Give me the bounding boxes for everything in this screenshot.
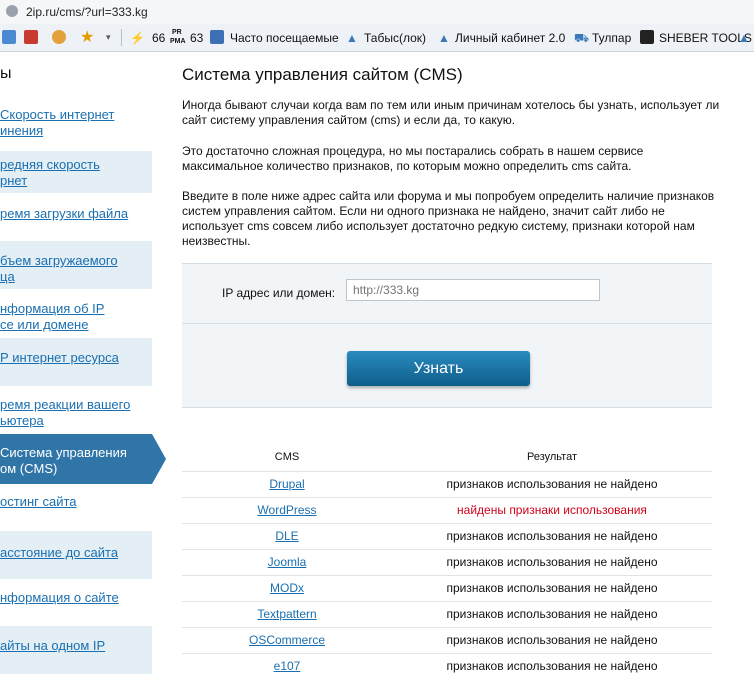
bookmark-tabys[interactable]: Табыс(лок): [364, 31, 426, 45]
table-row: Textpattern признаков использования не н…: [182, 601, 712, 627]
bookmark-icon: ▲: [738, 31, 750, 45]
bookmark-icon: ▲: [346, 31, 358, 45]
cart-icon: ⛟: [574, 31, 590, 45]
table-row: WordPress найдены признаки использования: [182, 497, 712, 523]
sidebar-item-avg-speed[interactable]: редняя скорость рнет: [0, 151, 152, 193]
table-row: MODx признаков использования не найдено: [182, 575, 712, 601]
result-cell: признаков использования не найдено: [446, 581, 658, 595]
table-row: DLE признаков использования не найдено: [182, 523, 712, 549]
bookmark-tulpar[interactable]: Тулпар: [592, 31, 631, 45]
table-header-cms: CMS: [274, 451, 300, 463]
count-63: 63: [190, 31, 204, 45]
cms-link-drupal[interactable]: Drupal: [182, 477, 392, 491]
cms-link-dle[interactable]: DLE: [182, 529, 392, 543]
sidebar-item-page-size[interactable]: бъем загружаемого ца: [0, 241, 152, 289]
cms-link-e107[interactable]: e107: [182, 659, 392, 673]
bookmark-frequent[interactable]: Часто посещаемые: [230, 31, 339, 45]
cms-link-joomla[interactable]: Joomla: [182, 555, 392, 569]
cms-link-modx[interactable]: MODx: [182, 581, 392, 595]
cms-check-form: IP адрес или домен: Узнать: [182, 263, 712, 408]
table-row: Drupal признаков использования не найден…: [182, 471, 712, 497]
result-cell: признаков использования не найдено: [446, 555, 658, 569]
sheber-icon: [640, 30, 654, 44]
domain-input[interactable]: [346, 279, 600, 301]
dropdown-arrow-icon[interactable]: ▾: [106, 32, 111, 43]
sidebar-heading: ы: [0, 65, 12, 82]
page-title: Система управления сайтом (CMS): [182, 65, 463, 84]
pr-checker-icon[interactable]: ⚡: [130, 31, 145, 45]
intro-paragraph-1: Иногда бывают случаи когда вам по тем ил…: [182, 98, 720, 127]
sidebar-item-response-time[interactable]: ремя реакции вашего ьютера: [0, 397, 152, 431]
search-bookmark-icon[interactable]: [210, 30, 224, 44]
pr-label: PR: [172, 29, 182, 36]
result-cell: признаков использования не найдено: [446, 529, 658, 543]
address-bar[interactable]: 2ip.ru/cms/?url=333.kg: [0, 0, 754, 25]
form-divider: [182, 323, 712, 324]
bookmarks-toolbar: ★ ▾ ⚡ 66 PR PMA 63 Часто посещаемые ▲ Та…: [0, 24, 754, 52]
cms-link-oscommerce[interactable]: OSCommerce: [182, 633, 392, 647]
result-cell: признаков использования не найдено: [446, 633, 658, 647]
sidebar-item-ip-info[interactable]: нформация об IP се или домене: [0, 301, 152, 335]
star-icon[interactable]: ★: [80, 27, 94, 47]
domain-label: IP адрес или домен:: [222, 286, 336, 300]
sidebar-nav: ы Скорость интернет инения редняя скорост…: [0, 51, 170, 692]
sidebar-item-cms[interactable]: Система управления ом (CMS): [0, 434, 166, 484]
sidebar-item-hosting[interactable]: остинг сайта: [0, 494, 152, 528]
sidebar-item-resource-ip[interactable]: Р интернет ресурса: [0, 338, 152, 386]
gmail-icon[interactable]: [24, 30, 38, 44]
bookmark-cabinet[interactable]: Личный кабинет 2.0: [455, 31, 565, 45]
intro-paragraph-3: Введите в поле ниже адрес сайта или фору…: [182, 189, 715, 248]
intro-paragraph-2: Это достаточно сложная процедура, но мы …: [182, 144, 644, 173]
key-icon[interactable]: [52, 30, 66, 44]
table-row: Joomla признаков использования не найден…: [182, 549, 712, 575]
cms-link-wordpress[interactable]: WordPress: [182, 503, 392, 517]
result-cell: признаков использования не найдено: [446, 659, 658, 673]
cms-link-textpattern[interactable]: Textpattern: [182, 607, 392, 621]
toolbar-separator: [121, 29, 122, 46]
sidebar-item-internet-speed[interactable]: Скорость интернет инения: [0, 107, 152, 141]
table-row: OSCommerce признаков использования не на…: [182, 627, 712, 653]
table-header-result: Результат: [526, 451, 578, 463]
sidebar-item-distance[interactable]: асстояние до сайта: [0, 531, 152, 579]
url-text[interactable]: 2ip.ru/cms/?url=333.kg: [26, 5, 148, 19]
table-row: e107 признаков использования не найдено: [182, 653, 712, 679]
pma-label: PMA: [170, 38, 186, 45]
sidebar-item-download-time[interactable]: ремя загрузки файла: [0, 206, 152, 240]
result-cell: признаков использования не найдено: [446, 607, 658, 621]
check-button[interactable]: Узнать: [347, 351, 530, 386]
sidebar-item-site-info[interactable]: нформация о сайте: [0, 590, 152, 624]
mail-icon[interactable]: [2, 30, 16, 44]
bookmark-icon: ▲: [438, 31, 450, 45]
globe-icon: [6, 5, 18, 17]
result-cell-found: найдены признаки использования: [457, 503, 647, 517]
sidebar-item-sites-on-ip[interactable]: айты на одном IP: [0, 626, 152, 674]
count-66: 66: [152, 31, 166, 45]
result-cell: признаков использования не найдено: [446, 477, 658, 491]
